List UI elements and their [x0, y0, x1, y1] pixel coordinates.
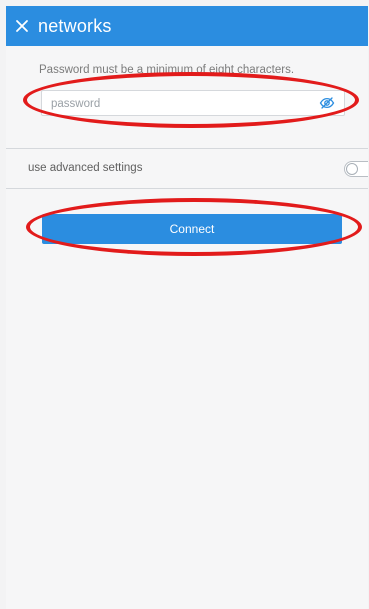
eye-icon[interactable]	[319, 96, 335, 110]
password-field[interactable]	[41, 90, 345, 116]
advanced-settings-toggle[interactable]	[344, 161, 368, 177]
connect-button[interactable]: Connect	[42, 214, 342, 244]
password-requirement-hint: Password must be a minimum of eight char…	[39, 64, 295, 76]
page-title: networks	[38, 16, 112, 36]
close-icon[interactable]	[14, 18, 30, 34]
settings-divider-bottom	[6, 188, 368, 189]
advanced-settings-label: use advanced settings	[28, 162, 143, 174]
empty-content-area	[6, 252, 368, 609]
toggle-knob	[346, 163, 358, 175]
settings-divider-top	[6, 148, 368, 149]
password-input[interactable]	[49, 93, 313, 115]
app-header: networks	[6, 6, 368, 46]
app-frame: networks Password must be a minimum of e…	[6, 6, 368, 609]
